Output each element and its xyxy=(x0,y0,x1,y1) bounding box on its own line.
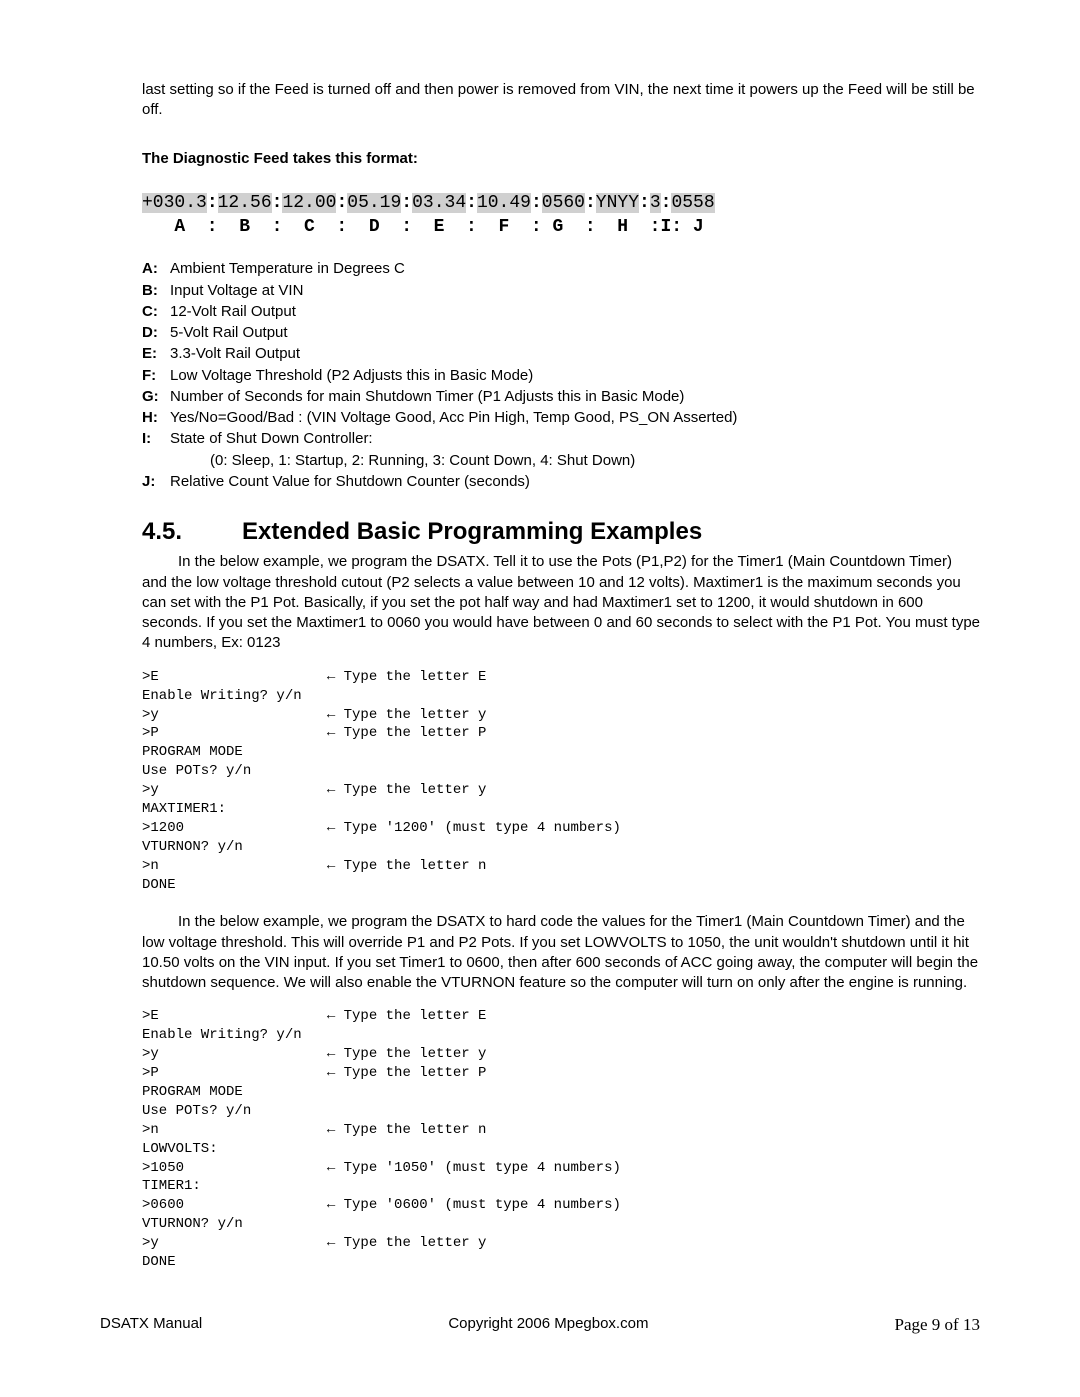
feed-field-C: 12.00 xyxy=(282,193,336,213)
example2-terminal: >E ← Type the letter E Enable Writing? y… xyxy=(142,1007,980,1271)
feed-field-H: YNYY xyxy=(596,193,639,213)
definition-row: D:5-Volt Rail Output xyxy=(142,323,980,343)
feed-field-A: +030.3 xyxy=(142,193,207,213)
example1-paragraph: In the below example, we program the DSA… xyxy=(142,552,980,653)
definition-key: B: xyxy=(142,281,170,301)
feed-field-G: 0560 xyxy=(542,193,585,213)
feed-field-J: 0558 xyxy=(671,193,714,213)
definition-value: Input Voltage at VIN xyxy=(170,281,980,301)
definition-key: I: xyxy=(142,429,170,449)
section-title: Extended Basic Programming Examples xyxy=(242,518,702,545)
definition-value: (0: Sleep, 1: Startup, 2: Running, 3: Co… xyxy=(170,451,980,471)
footer-left: DSATX Manual xyxy=(100,1314,202,1337)
definition-value: Relative Count Value for Shutdown Counte… xyxy=(170,472,980,492)
definition-key: H: xyxy=(142,408,170,428)
feed-format-title: The Diagnostic Feed takes this format: xyxy=(142,149,980,169)
feed-legend: A : B : C : D : E : F : G : H :I: J xyxy=(142,215,980,239)
definition-row: C:12-Volt Rail Output xyxy=(142,302,980,322)
definition-key: D: xyxy=(142,323,170,343)
definition-row: B:Input Voltage at VIN xyxy=(142,281,980,301)
feed-field-I: 3 xyxy=(650,193,661,213)
intro-paragraph: last setting so if the Feed is turned of… xyxy=(142,80,980,121)
example2-paragraph: In the below example, we program the DSA… xyxy=(142,912,980,993)
definition-value: 3.3-Volt Rail Output xyxy=(170,344,980,364)
definition-row: J:Relative Count Value for Shutdown Coun… xyxy=(142,472,980,492)
definition-value: Ambient Temperature in Degrees C xyxy=(170,259,980,279)
definition-key: J: xyxy=(142,472,170,492)
document-page: last setting so if the Feed is turned of… xyxy=(0,0,1080,1397)
definition-key: G: xyxy=(142,387,170,407)
definition-key xyxy=(142,451,170,471)
definition-row: I:State of Shut Down Controller: xyxy=(142,429,980,449)
definition-value: Yes/No=Good/Bad : (VIN Voltage Good, Acc… xyxy=(170,408,980,428)
example1-terminal: >E ← Type the letter E Enable Writing? y… xyxy=(142,668,980,895)
definition-key: C: xyxy=(142,302,170,322)
definition-value: State of Shut Down Controller: xyxy=(170,429,980,449)
diagnostic-feed-line: +030.3:12.56:12.00:05.19:03.34:10.49:056… xyxy=(142,191,980,215)
definition-key: F: xyxy=(142,366,170,386)
page-footer: DSATX Manual Copyright 2006 Mpegbox.com … xyxy=(100,1314,980,1337)
definition-row: E:3.3-Volt Rail Output xyxy=(142,344,980,364)
definition-key: A: xyxy=(142,259,170,279)
definition-row: G:Number of Seconds for main Shutdown Ti… xyxy=(142,387,980,407)
feed-field-F: 10.49 xyxy=(477,193,531,213)
definition-value: 5-Volt Rail Output xyxy=(170,323,980,343)
definition-value: 12-Volt Rail Output xyxy=(170,302,980,322)
feed-field-D: 05.19 xyxy=(347,193,401,213)
feed-field-E: 03.34 xyxy=(412,193,466,213)
footer-right: Page 9 of 13 xyxy=(895,1314,980,1337)
definition-value: Low Voltage Threshold (P2 Adjusts this i… xyxy=(170,366,980,386)
definition-value: Number of Seconds for main Shutdown Time… xyxy=(170,387,980,407)
definition-row: (0: Sleep, 1: Startup, 2: Running, 3: Co… xyxy=(142,451,980,471)
definition-row: F:Low Voltage Threshold (P2 Adjusts this… xyxy=(142,366,980,386)
section-number: 4.5. xyxy=(142,516,242,548)
section-heading: 4.5.Extended Basic Programming Examples xyxy=(142,516,980,548)
footer-center: Copyright 2006 Mpegbox.com xyxy=(448,1314,648,1337)
feed-field-B: 12.56 xyxy=(218,193,272,213)
definition-row: A:Ambient Temperature in Degrees C xyxy=(142,259,980,279)
field-definitions: A:Ambient Temperature in Degrees CB:Inpu… xyxy=(142,259,980,492)
definition-key: E: xyxy=(142,344,170,364)
definition-row: H:Yes/No=Good/Bad : (VIN Voltage Good, A… xyxy=(142,408,980,428)
